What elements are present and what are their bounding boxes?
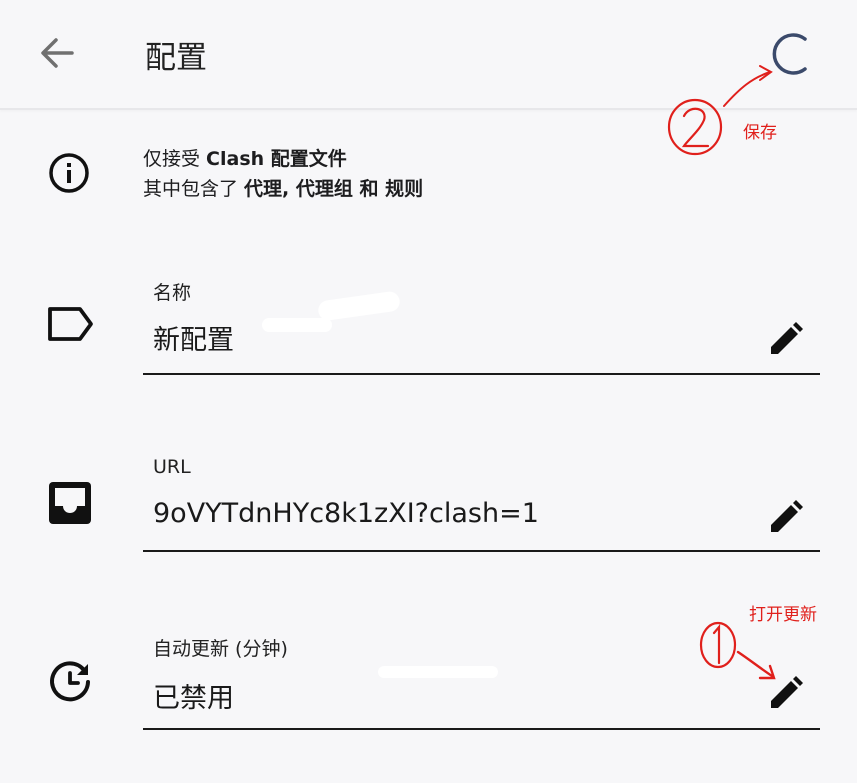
app-bar: 配置 [0,0,857,110]
save-annotation-text: 保存 [743,123,777,143]
pencil-icon [771,676,803,708]
label-tag-icon [44,298,96,350]
back-button[interactable] [34,30,80,76]
name-field-label: 名称 [153,282,192,304]
arrow-back-icon [41,38,74,68]
url-field-value: 9oVYTdnHYc8k1zXI?clash=1 [153,498,539,529]
pencil-icon [771,322,803,354]
info-icon [46,150,92,196]
name-field-underline [143,373,820,375]
auto-update-field-underline [143,728,820,730]
name-edit-button[interactable] [763,318,807,362]
update-history-icon [44,656,96,708]
save-button[interactable] [764,26,818,80]
pencil-icon [771,500,803,532]
auto-update-field[interactable]: 自动更新 (分钟) 已禁用 [143,626,820,736]
name-field[interactable]: 名称 新配置 [143,270,820,380]
auto-update-field-label: 自动更新 (分钟) [153,638,288,660]
name-field-value: 新配置 [153,325,234,356]
update-annotation-text: 打开更新 [749,605,817,625]
inbox-icon [44,477,96,529]
redaction-mark [378,666,498,678]
url-edit-button[interactable] [763,496,807,540]
auto-update-field-value: 已禁用 [153,683,234,714]
info-line-1: 仅接受 Clash 配置文件 [143,148,347,170]
config-page: 配置 仅接受 Clash 配置文件 其中包含了 代理, 代理组 和 规则 名称 … [0,0,857,783]
url-field-underline [143,550,820,552]
url-field-label: URL [153,456,191,478]
redaction-mark [262,318,332,332]
info-text: 仅接受 Clash 配置文件 其中包含了 代理, 代理组 和 规则 [143,144,423,204]
auto-update-edit-button[interactable] [763,672,807,716]
page-title: 配置 [145,40,207,76]
save-refresh-icon [772,33,807,75]
info-line-2: 其中包含了 代理, 代理组 和 规则 [143,178,424,200]
url-field[interactable]: URL 9oVYTdnHYc8k1zXI?clash=1 [143,448,820,558]
